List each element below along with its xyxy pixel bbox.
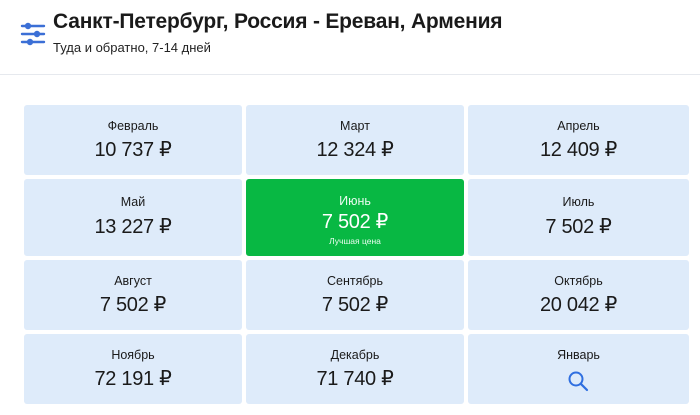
month-price: 7 502 ₽ <box>321 211 389 233</box>
trip-subtitle: Туда и обратно, 7-14 дней <box>53 40 211 55</box>
month-name: Сентябрь <box>327 274 383 288</box>
month-price: 13 227 ₽ <box>94 216 172 238</box>
month-price-grid: Февраль 10 737 ₽ Март 12 324 ₽ Апрель 12… <box>24 105 689 404</box>
month-name: Февраль <box>107 119 159 133</box>
month-cell-december[interactable]: Декабрь 71 740 ₽ <box>246 334 464 404</box>
month-price: 12 324 ₽ <box>316 139 394 161</box>
month-name: Июль <box>562 195 595 209</box>
month-name: Декабрь <box>330 348 380 362</box>
month-name: Октябрь <box>554 274 603 288</box>
month-price: 7 502 ₽ <box>545 216 612 238</box>
month-cell-september[interactable]: Сентябрь 7 502 ₽ <box>246 260 464 330</box>
month-price: 7 502 ₽ <box>321 294 389 316</box>
route-title: Санкт-Петербург, Россия - Ереван, Армени… <box>53 10 503 33</box>
month-cell-april[interactable]: Апрель 12 409 ₽ <box>468 105 689 175</box>
month-cell-february[interactable]: Февраль 10 737 ₽ <box>24 105 242 175</box>
month-name: Март <box>340 119 370 133</box>
month-name: Апрель <box>557 119 600 133</box>
month-cell-october[interactable]: Октябрь 20 042 ₽ <box>468 260 689 330</box>
month-cell-june-best[interactable]: Июнь 7 502 ₽ Лучшая цена <box>246 179 464 256</box>
month-cell-january[interactable]: Январь <box>468 334 689 404</box>
month-name: Август <box>114 274 152 288</box>
month-price: 20 042 ₽ <box>539 294 618 316</box>
search-icon[interactable] <box>567 370 589 392</box>
header: Санкт-Петербург, Россия - Ереван, Армени… <box>0 0 700 75</box>
month-name: Июнь <box>339 194 371 208</box>
filter-sliders-icon[interactable] <box>20 22 46 46</box>
month-cell-august[interactable]: Август 7 502 ₽ <box>24 260 242 330</box>
month-cell-may[interactable]: Май 13 227 ₽ <box>24 179 242 256</box>
month-name: Май <box>120 195 146 209</box>
month-price: 10 737 ₽ <box>94 139 172 161</box>
month-cell-march[interactable]: Март 12 324 ₽ <box>246 105 464 175</box>
month-price: 7 502 ₽ <box>99 294 167 316</box>
month-cell-november[interactable]: Ноябрь 72 191 ₽ <box>24 334 242 404</box>
month-name: Январь <box>557 348 600 362</box>
best-price-badge: Лучшая цена <box>329 236 381 246</box>
month-price: 71 740 ₽ <box>316 368 394 390</box>
month-cell-july[interactable]: Июль 7 502 ₽ <box>468 179 689 256</box>
month-price: 12 409 ₽ <box>539 139 618 161</box>
month-name: Ноябрь <box>111 348 155 362</box>
month-price: 72 191 ₽ <box>94 368 172 390</box>
